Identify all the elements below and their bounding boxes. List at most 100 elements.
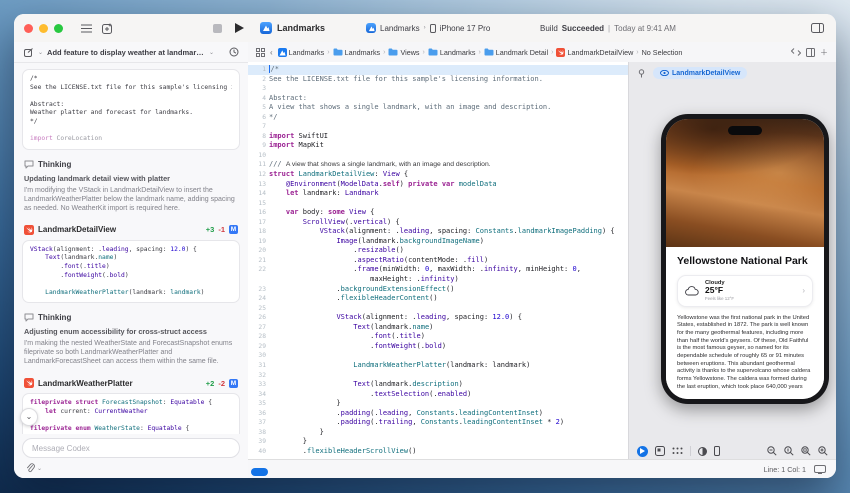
line-number[interactable]: 20 (248, 246, 269, 256)
line-number[interactable]: 36 (248, 409, 269, 419)
diff-code-block-1[interactable]: VStack(alignment: .leading, spacing: 12.… (22, 239, 240, 304)
code-line[interactable]: 6 */ (248, 113, 628, 123)
breadcrumb-item[interactable]: Views (388, 48, 420, 57)
line-number[interactable]: 5 (248, 103, 269, 113)
line-number[interactable]: 12 (248, 170, 269, 180)
code-line[interactable]: 26 VStack(alignment: .leading, spacing: … (248, 313, 628, 323)
line-number[interactable]: 14 (248, 189, 269, 199)
code-line[interactable]: 32 (248, 371, 628, 381)
editor-display-icon[interactable] (814, 464, 826, 474)
chevron-down-icon[interactable]: ⌄ (38, 49, 43, 56)
zoom-in-icon[interactable] (818, 446, 828, 456)
code-line[interactable]: 23 .backgroundExtensionEffect() (248, 285, 628, 295)
line-number[interactable]: 1 (248, 65, 269, 75)
line-number[interactable]: 21 (248, 256, 269, 266)
code-line[interactable]: 37 .padding(.trailing, Constants.leading… (248, 418, 628, 428)
add-editor-icon[interactable]: ＋ (820, 47, 828, 58)
code-line[interactable]: maxHeight: .infinity) (248, 275, 628, 285)
code-line[interactable]: 13 @Environment(ModelData.self) private … (248, 180, 628, 190)
line-number[interactable]: 11 (248, 160, 269, 170)
color-scheme-icon[interactable] (698, 446, 707, 456)
code-line[interactable]: 38 } (248, 428, 628, 438)
line-number[interactable]: 28 (248, 332, 269, 342)
activity-chip[interactable] (251, 468, 268, 476)
code-line[interactable]: 40 .flexibleHeaderScrollView() (248, 447, 628, 457)
code-line[interactable]: 29 .fontWeight(.bold) (248, 342, 628, 352)
minimize-button[interactable] (39, 23, 48, 33)
breadcrumb-item[interactable]: LandmarkDetailView (556, 47, 633, 57)
preview-target-pill[interactable]: LandmarkDetailView (653, 67, 748, 79)
code-line[interactable]: 25 (248, 304, 628, 314)
line-number[interactable]: 22 (248, 265, 269, 275)
code-line[interactable]: 11/// A view that shows a single landmar… (248, 160, 628, 170)
code-line[interactable]: 27 Text(landmark.name) (248, 323, 628, 333)
line-number[interactable]: 32 (248, 371, 269, 381)
code-line[interactable]: 28 .font(.title) (248, 332, 628, 342)
line-number[interactable] (248, 275, 269, 285)
file-change-header-2[interactable]: LandmarkWeatherPlatter +2 -2 M (24, 378, 238, 389)
scroll-to-bottom-button[interactable]: ⌄ (20, 407, 38, 426)
scheme-selector[interactable]: Landmarks › iPhone 17 Pro (366, 23, 490, 33)
line-number[interactable]: 30 (248, 351, 269, 361)
code-line[interactable]: 36 .padding(.leading, Constants.leadingC… (248, 409, 628, 419)
breadcrumb-item[interactable]: Landmark Detail (484, 48, 548, 57)
code-line[interactable]: 14 let landmark: Landmark (248, 189, 628, 199)
code-line[interactable]: 3 (248, 84, 628, 94)
code-line[interactable]: 7 (248, 122, 628, 132)
breadcrumb-item[interactable]: Landmarks (333, 48, 380, 57)
conversation-title[interactable]: Add feature to display weather at landma… (47, 48, 205, 57)
code-line[interactable]: 15 (248, 199, 628, 209)
code-line[interactable]: 34 .textSelection(.enabled) (248, 390, 628, 400)
context-code-block[interactable]: /* See the LICENSE.txt file for this samp… (22, 69, 240, 150)
line-number[interactable]: 24 (248, 294, 269, 304)
line-number[interactable]: 27 (248, 323, 269, 333)
code-line[interactable]: 20 .resizable() (248, 246, 628, 256)
code-line[interactable]: 18 VStack(alignment: .leading, spacing: … (248, 227, 628, 237)
line-number[interactable]: 19 (248, 237, 269, 247)
code-line[interactable]: 39 } (248, 437, 628, 447)
line-number[interactable]: 4 (248, 94, 269, 104)
code-line[interactable]: 19 Image(landmark.backgroundImageName) (248, 237, 628, 247)
code-line[interactable]: 17 ScrollView(.vertical) { (248, 218, 628, 228)
assistant-compose-icon[interactable] (99, 19, 117, 37)
code-line[interactable]: 8 import SwiftUI (248, 132, 628, 142)
selectable-preview-icon[interactable] (655, 446, 665, 456)
paperclip-icon[interactable] (26, 463, 35, 473)
related-items-icon[interactable] (256, 47, 265, 57)
code-line[interactable]: 35 } (248, 399, 628, 409)
zoom-window-button[interactable] (54, 23, 63, 33)
line-number[interactable]: 7 (248, 122, 269, 132)
code-line[interactable]: 21 .aspectRatio(contentMode: .fill) (248, 256, 628, 266)
source-editor[interactable]: 1/* 2 See the LICENSE.txt file for this sa… (248, 62, 629, 460)
variants-grid-icon[interactable] (672, 447, 683, 455)
line-number[interactable]: 16 (248, 208, 269, 218)
line-number[interactable]: 25 (248, 304, 269, 314)
line-number[interactable]: 33 (248, 380, 269, 390)
line-number[interactable]: 39 (248, 437, 269, 447)
history-icon[interactable] (228, 46, 240, 58)
code-line[interactable]: 5A view that shows a single landmark, wi… (248, 103, 628, 113)
line-number[interactable]: 38 (248, 428, 269, 438)
line-number[interactable]: 3 (248, 84, 269, 94)
inspector-toggle-icon[interactable] (808, 19, 826, 37)
iphone-preview[interactable]: Yellowstone National Park Cloudy 25°F Fe… (661, 114, 829, 404)
line-number[interactable]: 2 (248, 75, 269, 85)
line-number[interactable]: 40 (248, 447, 269, 457)
line-number[interactable]: 13 (248, 180, 269, 190)
device-settings-icon[interactable] (714, 446, 720, 456)
line-number[interactable]: 23 (248, 285, 269, 295)
line-number[interactable]: 34 (248, 390, 269, 400)
file-change-header-1[interactable]: LandmarkDetailView +3 -1 M (24, 224, 238, 235)
code-line[interactable]: 10 (248, 151, 628, 161)
breadcrumb-item[interactable]: Landmarks (428, 48, 475, 57)
line-number[interactable]: 35 (248, 399, 269, 409)
line-number[interactable]: 8 (248, 132, 269, 142)
line-number[interactable]: 15 (248, 199, 269, 209)
line-number[interactable]: 10 (248, 151, 269, 161)
code-line[interactable]: 30 (248, 351, 628, 361)
new-chat-icon[interactable] (22, 46, 34, 58)
zoom-out-icon[interactable] (767, 446, 777, 456)
chevron-down-icon[interactable]: ⌄ (209, 49, 214, 56)
line-number[interactable]: 6 (248, 113, 269, 123)
navigator-toggle-icon[interactable] (77, 19, 95, 37)
